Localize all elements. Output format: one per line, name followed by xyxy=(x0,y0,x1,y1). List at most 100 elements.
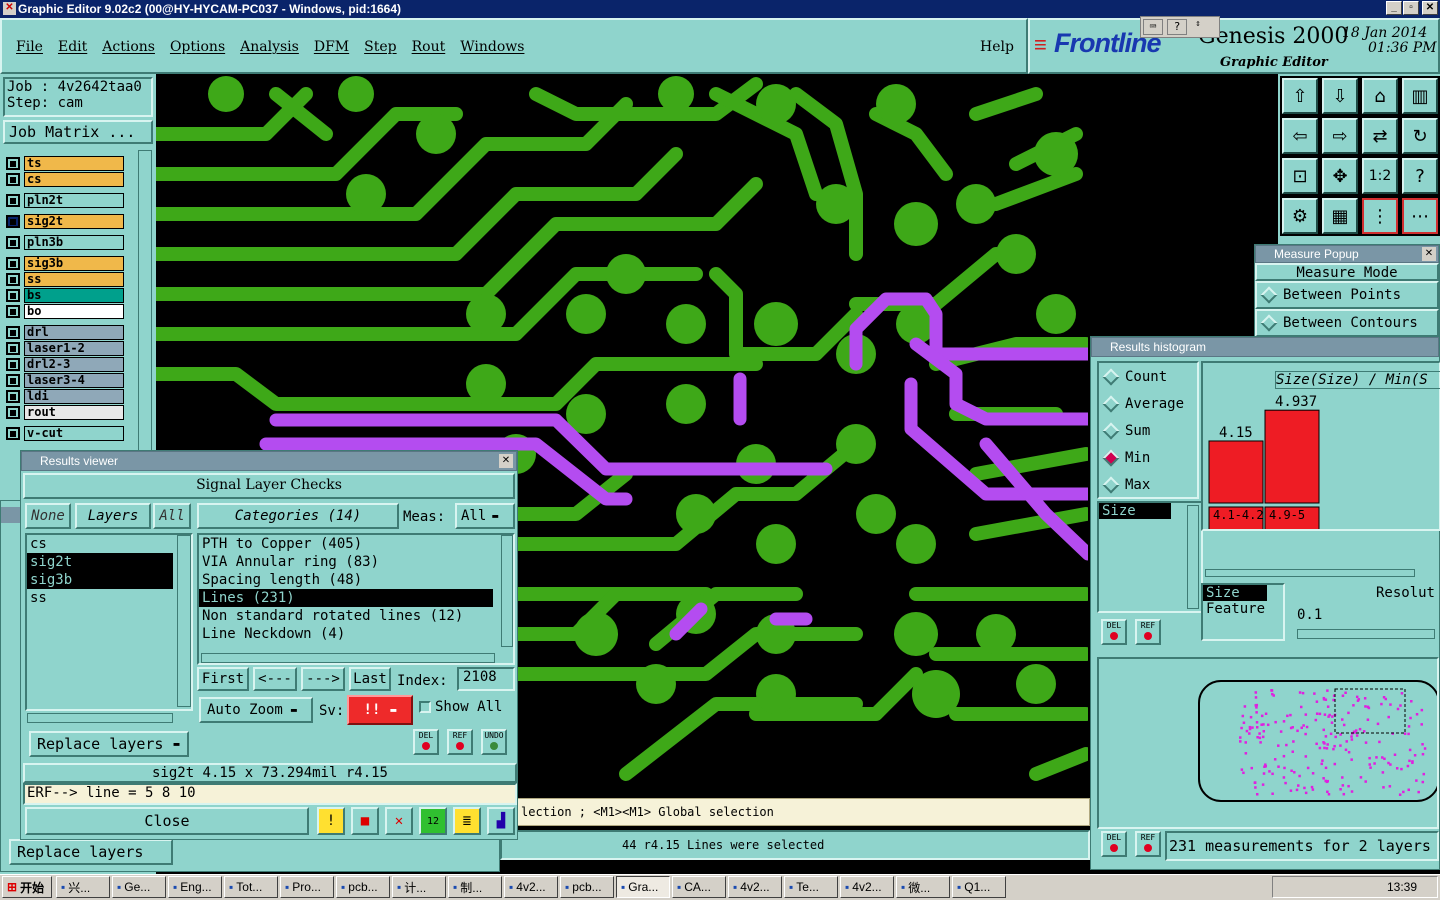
menu-help[interactable]: Help xyxy=(980,39,1014,55)
taskbar-item[interactable]: ▪ Gra... xyxy=(616,876,670,898)
agg-option-max[interactable]: Max xyxy=(1099,471,1197,498)
meas-dropdown[interactable]: All ▬ xyxy=(455,503,515,529)
category-hscroll[interactable] xyxy=(201,653,495,663)
layer-checkbox[interactable] xyxy=(6,427,20,440)
menu-windows[interactable]: Windows xyxy=(460,39,524,55)
taskbar-item[interactable]: ▪ Eng... xyxy=(168,876,222,898)
menu-file[interactable]: File xyxy=(16,39,43,55)
layer-checkbox[interactable] xyxy=(6,326,20,339)
top-view-icon[interactable]: ⇧ xyxy=(1280,76,1320,116)
taskbar-item[interactable]: ▪ 制... xyxy=(448,876,502,898)
histogram-bar[interactable] xyxy=(1264,409,1320,504)
ref-button[interactable]: REF xyxy=(447,729,473,755)
taskbar-item[interactable]: ▪ 4v2... xyxy=(728,876,782,898)
taskbar-item[interactable]: ▪ 兴... xyxy=(56,876,110,898)
home-icon[interactable]: ⌂ xyxy=(1360,76,1400,116)
none-button[interactable]: None xyxy=(25,503,71,529)
center-icon[interactable]: ✥ xyxy=(1320,156,1360,196)
pan-left-icon[interactable]: ⇦ xyxy=(1280,116,1320,156)
del-button[interactable]: DEL xyxy=(413,729,439,755)
layer-checkbox[interactable] xyxy=(6,342,20,355)
result-layer-item[interactable]: cs xyxy=(27,535,173,553)
layer-rout[interactable]: rout xyxy=(6,405,124,420)
resolution-slider[interactable] xyxy=(1297,629,1435,639)
layer-checkbox[interactable] xyxy=(6,173,20,186)
categories-button[interactable]: Categories (14) xyxy=(197,503,399,529)
layer-pln2t[interactable]: pln2t xyxy=(6,193,124,208)
compare-icon[interactable]: 12 xyxy=(419,807,447,835)
minimize-button[interactable]: _ xyxy=(1386,1,1402,15)
layer-ldi[interactable]: ldi xyxy=(6,389,124,404)
layer-checkbox[interactable] xyxy=(6,289,20,302)
category-item[interactable]: Non standard rotated lines (12) xyxy=(199,607,493,625)
taskbar-item[interactable]: ▪ 4v2... xyxy=(504,876,558,898)
bottom-view-icon[interactable]: ⇩ xyxy=(1320,76,1360,116)
layer-drl2-3[interactable]: drl2-3 xyxy=(6,357,124,372)
results-layer-list[interactable]: cs sig2t sig3b ss xyxy=(25,533,193,711)
chart-hscroll[interactable] xyxy=(1205,569,1415,577)
expand-icon[interactable]: ⇕ xyxy=(1191,19,1205,35)
taskbar-item[interactable]: ▪ Tot... xyxy=(224,876,278,898)
agg-option-min[interactable]: Min xyxy=(1099,444,1197,471)
between-points-option[interactable]: Between Points xyxy=(1255,281,1439,309)
menu-dfm[interactable]: DFM xyxy=(314,39,349,55)
layer-checkbox[interactable] xyxy=(6,390,20,403)
category-scrollbar[interactable] xyxy=(501,535,513,647)
map-ref-button[interactable]: REF xyxy=(1135,831,1161,857)
taskbar-item[interactable]: ▪ Te... xyxy=(784,876,838,898)
hist-ref-button[interactable]: REF xyxy=(1135,619,1161,645)
layer-checkbox[interactable] xyxy=(6,374,20,387)
layer-checkbox[interactable] xyxy=(6,236,20,249)
grid-icon[interactable]: ▦ xyxy=(1320,196,1360,236)
agg-option-count[interactable]: Count xyxy=(1099,363,1197,390)
layer-v-cut[interactable]: v-cut xyxy=(6,426,124,441)
layer-list-scrollbar[interactable] xyxy=(177,535,191,707)
layer-laser3-4[interactable]: laser3-4 xyxy=(6,373,124,388)
layer-ts[interactable]: ts xyxy=(6,156,124,171)
feature-label[interactable]: Feature xyxy=(1203,601,1283,617)
help-icon[interactable]: ? xyxy=(1167,19,1187,35)
menu-options[interactable]: Options xyxy=(170,39,225,55)
taskbar-item[interactable]: ▪ Pro... xyxy=(280,876,334,898)
attribute-list[interactable]: Size xyxy=(1097,501,1203,613)
menu-step[interactable]: Step xyxy=(364,39,396,55)
map-del-button[interactable]: DEL xyxy=(1101,831,1127,857)
start-button[interactable]: ⊞ 开始 xyxy=(2,876,52,898)
menu-analysis[interactable]: Analysis xyxy=(240,39,299,55)
taskbar-item[interactable]: ▪ CA... xyxy=(672,876,726,898)
layer-checkbox[interactable] xyxy=(6,215,20,228)
layer-drl[interactable]: drl xyxy=(6,325,124,340)
taskbar-item[interactable]: ▪ 微... xyxy=(896,876,950,898)
category-item[interactable]: Line Neckdown (4) xyxy=(199,625,493,643)
taskbar-item[interactable]: ▪ 4v2... xyxy=(840,876,894,898)
next-button[interactable]: ---> xyxy=(301,667,345,691)
hist-del-button[interactable]: DEL xyxy=(1101,619,1127,645)
auto-zoom-dropdown[interactable]: Auto Zoom ▬ xyxy=(199,697,313,723)
window-icon[interactable]: ▥ xyxy=(1400,76,1440,116)
layer-checkbox[interactable] xyxy=(6,273,20,286)
net-icon[interactable]: ⋮ xyxy=(1360,196,1400,236)
measure-tool-icon[interactable]: ⚙ xyxy=(1280,196,1320,236)
all-layers-button[interactable]: All xyxy=(153,503,191,529)
snap-icon[interactable]: ⋯ xyxy=(1400,196,1440,236)
layer-bs[interactable]: bs xyxy=(6,288,124,303)
attribute-scrollbar[interactable] xyxy=(1187,505,1199,609)
layers-button[interactable]: Layers xyxy=(75,503,151,529)
job-matrix-button[interactable]: Job Matrix ... xyxy=(3,120,153,144)
rotate-icon[interactable]: ↻ xyxy=(1400,116,1440,156)
taskbar-item[interactable]: ▪ Q1... xyxy=(952,876,1006,898)
layer-checkbox[interactable] xyxy=(6,406,20,419)
show-all-checkbox[interactable] xyxy=(419,701,431,713)
size-label[interactable]: Size xyxy=(1203,585,1267,601)
category-item[interactable]: PTH to Copper (405) xyxy=(199,535,493,553)
layer-pln3b[interactable]: pln3b xyxy=(6,235,124,250)
menu-actions[interactable]: Actions xyxy=(102,39,155,55)
last-button[interactable]: Last xyxy=(349,667,391,691)
fit-icon[interactable]: ⊡ xyxy=(1280,156,1320,196)
layer-ss[interactable]: ss xyxy=(6,272,124,287)
between-contours-option[interactable]: Between Contours xyxy=(1255,309,1439,337)
close-button[interactable]: Close xyxy=(25,807,309,835)
report-icon[interactable]: ■ xyxy=(351,807,379,835)
category-list[interactable]: PTH to Copper (405) VIA Annular ring (83)… xyxy=(197,533,515,665)
layer-checkbox[interactable] xyxy=(6,157,20,170)
